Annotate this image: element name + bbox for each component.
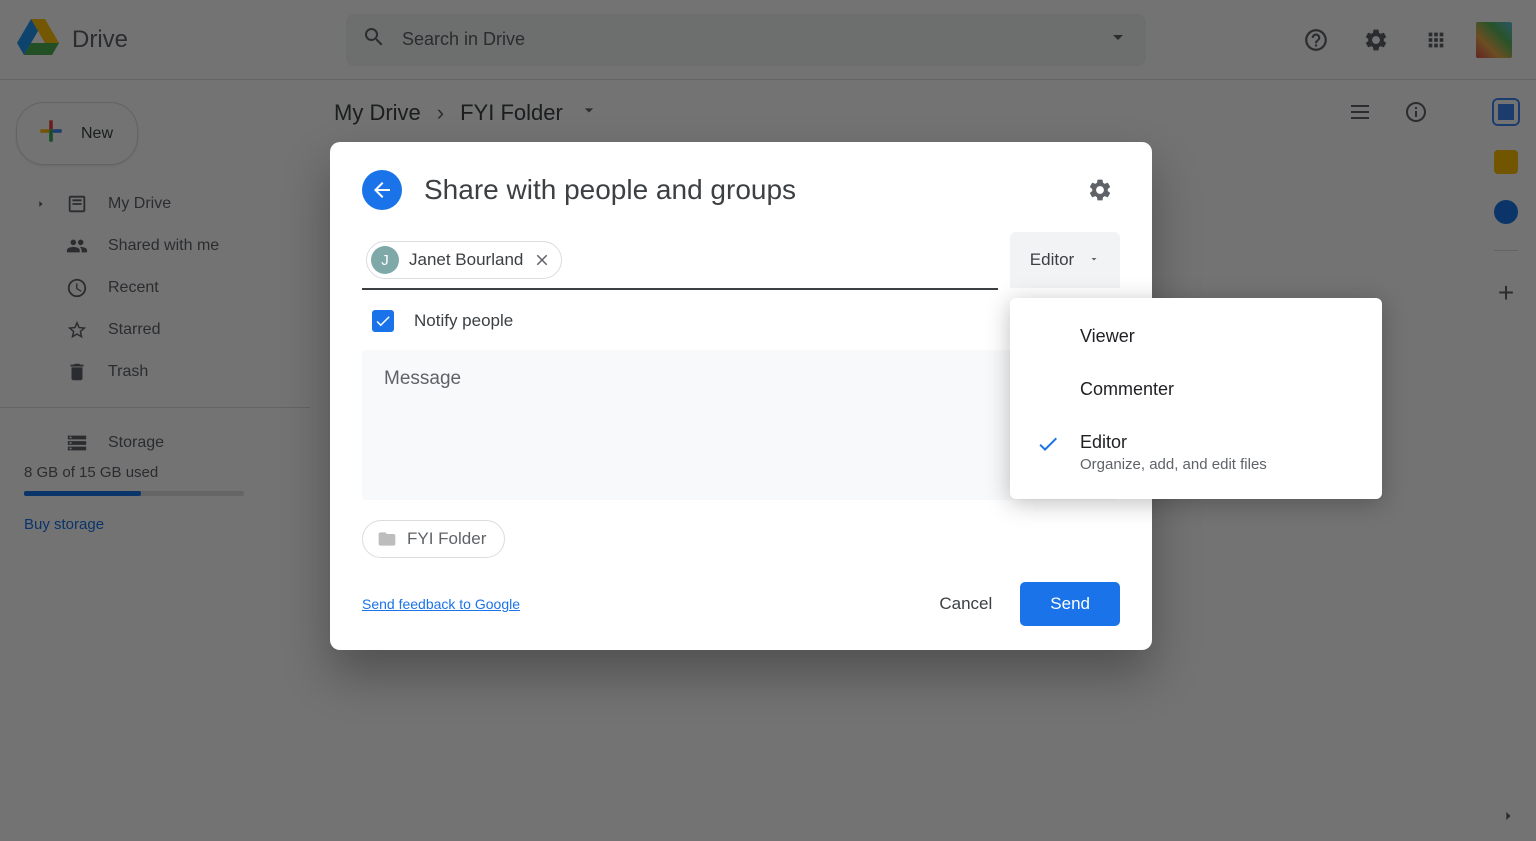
role-dropdown: Viewer Commenter Editor Organize, add, a… <box>1010 298 1382 499</box>
folder-icon <box>377 529 397 549</box>
role-selected-label: Editor <box>1030 250 1074 270</box>
remove-chip-button[interactable] <box>533 251 551 269</box>
dropdown-option-editor[interactable]: Editor Organize, add, and edit files <box>1010 416 1382 486</box>
footer-actions: Cancel Send <box>939 582 1120 626</box>
feedback-link[interactable]: Send feedback to Google <box>362 596 520 612</box>
chip-name: Janet Bourland <box>409 250 523 270</box>
notify-checkbox[interactable] <box>372 310 394 332</box>
check-icon <box>374 312 392 330</box>
gear-icon <box>1087 177 1113 203</box>
check-icon <box>1034 430 1062 456</box>
caret-down-icon <box>1088 250 1100 270</box>
dialog-footer: Send feedback to Google Cancel Send <box>362 582 1120 626</box>
share-settings-button[interactable] <box>1080 170 1120 210</box>
arrow-left-icon <box>370 178 394 202</box>
dropdown-label-editor: Editor <box>1080 430 1267 455</box>
role-select[interactable]: Editor <box>1010 232 1120 288</box>
dropdown-option-commenter[interactable]: Commenter <box>1010 363 1382 416</box>
folder-chip-label: FYI Folder <box>407 529 486 549</box>
back-button[interactable] <box>362 170 402 210</box>
dialog-header: Share with people and groups <box>362 170 1120 210</box>
folder-chip: FYI Folder <box>362 520 505 558</box>
chip-avatar: J <box>371 246 399 274</box>
cancel-button[interactable]: Cancel <box>939 594 992 614</box>
share-input-row: J Janet Bourland Editor <box>362 232 1120 290</box>
message-placeholder: Message <box>384 368 461 389</box>
dialog-title: Share with people and groups <box>424 174 1058 206</box>
dropdown-desc-editor: Organize, add, and edit files <box>1080 456 1267 473</box>
people-input[interactable]: J Janet Bourland <box>362 232 998 290</box>
message-input[interactable]: Message <box>362 350 1120 500</box>
notify-row: Notify people <box>362 296 1120 342</box>
send-button[interactable]: Send <box>1020 582 1120 626</box>
dropdown-option-viewer[interactable]: Viewer <box>1010 310 1382 363</box>
notify-label: Notify people <box>414 311 513 331</box>
dropdown-label-commenter: Commenter <box>1080 377 1174 402</box>
dropdown-label-viewer: Viewer <box>1080 324 1135 349</box>
person-chip: J Janet Bourland <box>366 241 562 279</box>
